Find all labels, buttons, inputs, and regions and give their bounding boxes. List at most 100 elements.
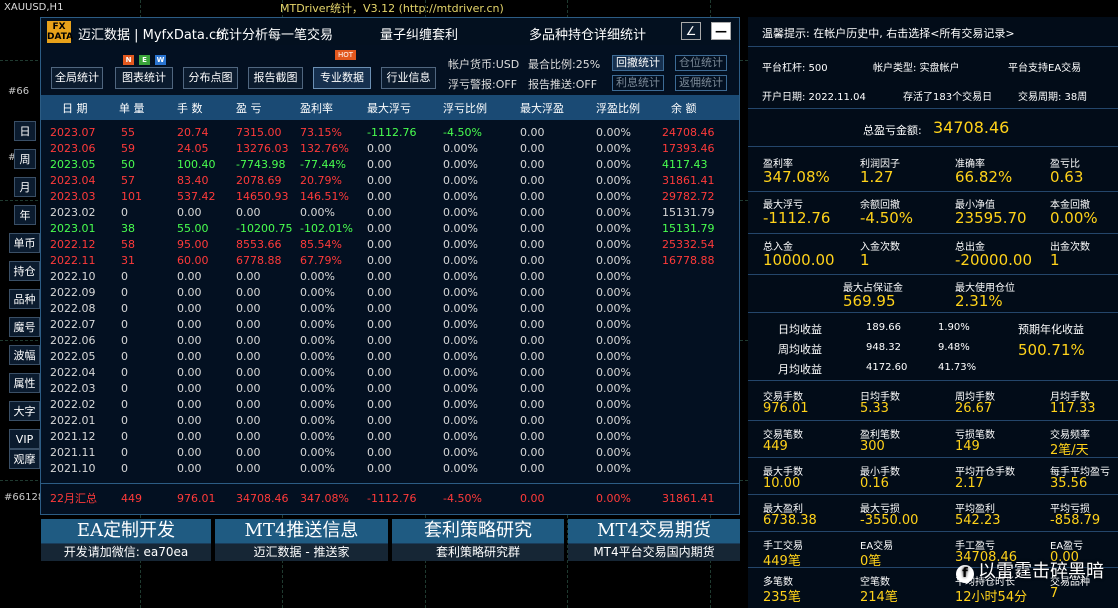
table-row[interactable]: 2022.08 0 0.00 0.00 0.00% 0.00 0.00% 0.00 0.00% <box>41 301 739 317</box>
metric-value: 569.95 <box>843 292 896 310</box>
max-ratio: 最合比例:25% <box>528 58 601 71</box>
metric-value: 1 <box>860 251 870 269</box>
table-cell: 60.00 <box>177 254 209 267</box>
table-row[interactable]: 2021.11 0 0.00 0.00 0.00% 0.00 0.00% 0.00 0.00% <box>41 445 739 461</box>
sidebar-single-currency-button[interactable]: 单币 <box>9 233 40 253</box>
summary-cell: -4.50% <box>443 492 482 505</box>
sidebar-day-button[interactable]: 日 <box>14 121 36 141</box>
global-stats-button[interactable]: 全局统计 <box>51 67 103 89</box>
table-row[interactable]: 2023.06 59 24.05 13276.03 132.76% 0.00 0.00% 0.… <box>41 141 739 157</box>
metric-value: 542.23 <box>955 513 1001 528</box>
metric-value: 10000.00 <box>763 251 835 269</box>
table-cell: 0.00% <box>596 142 631 155</box>
table-row[interactable]: 2023.05 50 100.40 -7743.98 -77.44% 0.00 0.00% 0… <box>41 157 739 173</box>
table-cell: 0.00% <box>443 350 478 363</box>
banner-mt4-push[interactable]: MT4推送信息 迈汇数据 - 推送家 <box>215 519 388 561</box>
table-cell: 0.00% <box>596 366 631 379</box>
weekly-avg-pct: 9.48% <box>938 342 970 353</box>
table-cell: 0 <box>121 382 128 395</box>
table-row[interactable]: 2022.07 0 0.00 0.00 0.00% 0.00 0.00% 0.00 0.00% <box>41 317 739 333</box>
rebate-stats-button[interactable]: 返佣统计 <box>675 75 727 91</box>
table-cell: 0.00 <box>520 206 545 219</box>
sidebar-volatility-button[interactable]: 波幅 <box>9 345 40 365</box>
sidebar-month-button[interactable]: 月 <box>14 177 36 197</box>
table-cell: 0.00% <box>300 350 335 363</box>
sidebar-week-button[interactable]: 周 <box>14 149 36 169</box>
table-cell: 38 <box>121 222 135 235</box>
table-cell: 58 <box>121 238 135 251</box>
divider <box>748 108 1118 109</box>
table-row[interactable]: 2022.06 0 0.00 0.00 0.00% 0.00 0.00% 0.00 0.00% <box>41 333 739 349</box>
pro-data-button[interactable]: 专业数据 <box>313 67 371 89</box>
metric-value: 2.31% <box>955 292 1003 310</box>
sidebar-vip-button[interactable]: VIP <box>9 429 40 449</box>
table-cell: 0.00% <box>300 206 335 219</box>
table-cell: 0.00 <box>520 366 545 379</box>
metric-value: 1 <box>1050 251 1060 269</box>
table-row[interactable]: 2021.12 0 0.00 0.00 0.00% 0.00 0.00% 0.00 0.00% <box>41 429 739 445</box>
banner-futures[interactable]: MT4交易期货 MT4平台交易国内期货 <box>568 519 740 561</box>
table-cell: 2022.04 <box>50 366 96 379</box>
table-cell: 2023.06 <box>50 142 96 155</box>
table-cell: 0.00 <box>367 238 392 251</box>
table-row[interactable]: 2022.05 0 0.00 0.00 0.00% 0.00 0.00% 0.00 0.00% <box>41 349 739 365</box>
position-stats-button[interactable]: 仓位统计 <box>675 55 727 71</box>
table-row[interactable]: 2023.02 0 0.00 0.00 0.00% 0.00 0.00% 0.00 0.00% 1… <box>41 205 739 221</box>
table-cell: 101 <box>121 190 142 203</box>
sidebar-attributes-button[interactable]: 属性 <box>9 373 40 393</box>
sidebar-magic-button[interactable]: 魔号 <box>9 317 40 337</box>
table-row[interactable]: 2021.10 0 0.00 0.00 0.00% 0.00 0.00% 0.00 0.00% <box>41 461 739 477</box>
table-row[interactable]: 2022.04 0 0.00 0.00 0.00% 0.00 0.00% 0.00 0.00% <box>41 365 739 381</box>
sidebar-bigfont-button[interactable]: 大字 <box>9 401 40 421</box>
table-row[interactable]: 2022.01 0 0.00 0.00 0.00% 0.00 0.00% 0.00 0.00% <box>41 413 739 429</box>
table-cell: 0.00% <box>300 302 335 315</box>
table-row[interactable]: 2023.01 38 55.00 -10200.75 -102.01% 0.00 0.00%… <box>41 221 739 237</box>
chart-stats-button[interactable]: 图表统计 <box>115 67 173 89</box>
sidebar-symbols-button[interactable]: 品种 <box>9 289 40 309</box>
distribution-button[interactable]: 分布点图 <box>183 67 238 89</box>
metric-value: 347.08% <box>763 168 830 186</box>
table-cell: 0.00% <box>300 286 335 299</box>
table-row[interactable]: 2023.03 101 537.42 14650.93 146.51% 0.00 0.00%… <box>41 189 739 205</box>
trading-days: 存活了183个交易日 <box>903 92 993 103</box>
table-cell: 0 <box>121 286 128 299</box>
table-cell: 0.00% <box>596 462 631 475</box>
table-row[interactable]: 2022.03 0 0.00 0.00 0.00% 0.00 0.00% 0.00 0.00% <box>41 381 739 397</box>
table-row[interactable]: 2022.11 31 60.00 6778.88 67.79% 0.00 0.00% 0.00… <box>41 253 739 269</box>
drawdown-stats-button[interactable]: 回撤统计 <box>612 55 664 71</box>
sidebar-positions-button[interactable]: 持仓 <box>9 261 40 281</box>
new-badge-n: N <box>123 55 134 65</box>
table-cell: 31861.41 <box>662 174 715 187</box>
watermark: f 以雷霆击碎黑暗 <box>956 557 1104 583</box>
leverage: 平台杠杆: 500 <box>762 63 828 74</box>
open-date: 开户日期: 2022.11.04 <box>762 92 866 103</box>
table-cell: 0.00% <box>443 286 478 299</box>
sidebar-year-button[interactable]: 年 <box>14 205 36 225</box>
table-cell: 0.00% <box>443 270 478 283</box>
table-cell: 0.00 <box>236 270 261 283</box>
divider <box>748 380 1118 381</box>
table-row[interactable]: 2022.12 58 95.00 8553.66 85.54% 0.00 0.00% 0.00… <box>41 237 739 253</box>
report-screenshot-button[interactable]: 报告截图 <box>248 67 303 89</box>
table-row[interactable]: 2023.07 55 20.74 7315.00 73.15% -1112.76 -4.50… <box>41 125 739 141</box>
table-cell: 0.00 <box>367 462 392 475</box>
interest-stats-button[interactable]: 利息统计 <box>612 75 664 91</box>
table-cell: 16778.88 <box>662 254 715 267</box>
table-cell: 50 <box>121 158 135 171</box>
col-date: 日 期 <box>62 102 88 115</box>
facebook-icon: f <box>956 565 974 583</box>
table-row[interactable]: 2023.04 57 83.40 2078.69 20.79% 0.00 0.00% 0.00… <box>41 173 739 189</box>
metric-value: 23595.70 <box>955 209 1027 227</box>
table-row[interactable]: 2022.09 0 0.00 0.00 0.00% 0.00 0.00% 0.00 0.00% <box>41 285 739 301</box>
annual-return-label: 预期年化收益 <box>1018 323 1084 336</box>
table-row[interactable]: 2022.10 0 0.00 0.00 0.00% 0.00 0.00% 0.00 0.00% <box>41 269 739 285</box>
sidebar-observe-button[interactable]: 观摩 <box>9 449 40 469</box>
banner-arbitrage[interactable]: 套利策略研究 套利策略研究群 <box>392 519 564 561</box>
industry-info-button[interactable]: 行业信息 <box>381 67 436 89</box>
minimize-button[interactable]: — <box>711 22 731 40</box>
divider <box>748 233 1118 234</box>
table-cell: 0.00 <box>177 414 202 427</box>
edit-icon[interactable]: ∠ <box>681 22 701 40</box>
table-row[interactable]: 2022.02 0 0.00 0.00 0.00% 0.00 0.00% 0.00 0.00% <box>41 397 739 413</box>
banner-ea-dev[interactable]: EA定制开发 开发请加微信: ea70ea <box>41 519 211 561</box>
